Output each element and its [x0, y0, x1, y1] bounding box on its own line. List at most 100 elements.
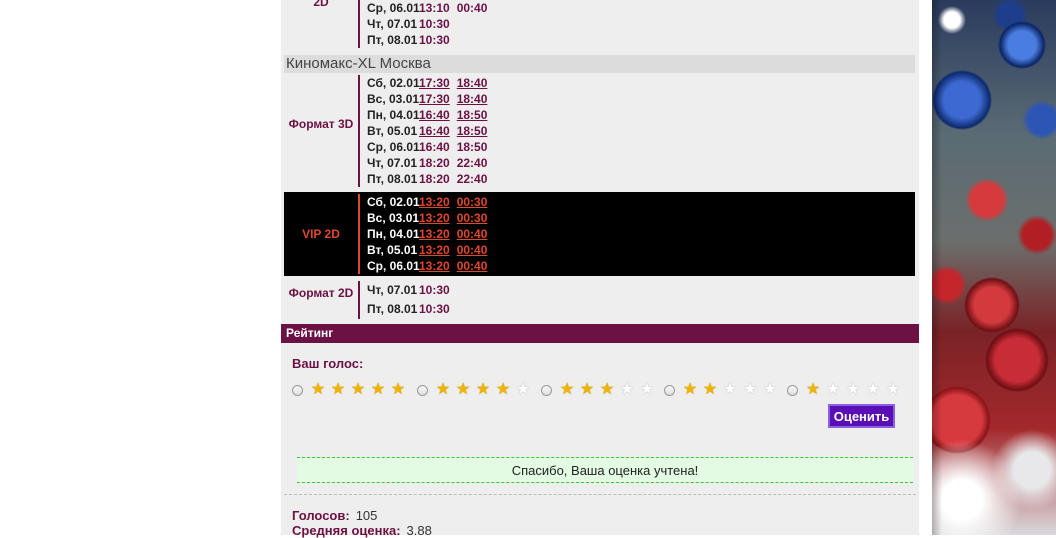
- rating-option[interactable]: ★ ★ ★ ★ ★: [541, 380, 657, 400]
- session-row: Пн, 04.0116:40 18:50: [367, 107, 494, 123]
- format-block-vip-2d: VIP 2D Сб, 02.0113:20 00:30 Вс, 03.0113:20…: [284, 192, 915, 276]
- session-day: Пт, 08.01: [367, 302, 418, 316]
- session-day: Вт, 05.01: [367, 243, 418, 257]
- star-empty-icon: ★: [845, 381, 861, 398]
- average-stat: Средняя оценка: 3.88: [292, 523, 432, 538]
- session-time: 18:50: [456, 140, 488, 154]
- session-time-link[interactable]: 13:20: [419, 210, 450, 226]
- star-filled-icon: ★: [599, 381, 615, 398]
- session-list: Ср, 06.0113:10 00:40 Чт, 07.01 10:30 Пт, 0…: [358, 0, 494, 48]
- session-day: Чт, 07.01: [367, 17, 418, 31]
- rating-option[interactable]: ★ ★ ★ ★ ★: [787, 380, 903, 400]
- star-filled-icon: ★: [702, 381, 718, 398]
- star-filled-icon: ★: [435, 381, 451, 398]
- session-day: Вт, 05.01: [367, 124, 418, 138]
- format-label: Формат 3D: [288, 117, 354, 131]
- star-empty-icon: ★: [639, 381, 655, 398]
- star-empty-icon: ★: [722, 381, 738, 398]
- session-time-link[interactable]: 13:20: [419, 226, 450, 242]
- session-list: Чт, 07.01 10:30 Пт, 08.01 10:30: [358, 281, 457, 319]
- rating-radio[interactable]: [417, 384, 428, 396]
- session-time-link[interactable]: 18:40: [457, 75, 488, 91]
- divider: [284, 494, 916, 495]
- session-time: 18:20: [419, 156, 450, 170]
- session-time-link[interactable]: 17:30: [419, 75, 450, 91]
- rating-option[interactable]: ★ ★ ★ ★ ★: [417, 380, 533, 400]
- session-time: 16:40: [419, 140, 450, 154]
- votes-stat: Голосов: 105: [292, 508, 377, 523]
- session-row: Ср, 06.0113:20 00:40: [367, 258, 494, 274]
- rating-radio[interactable]: [292, 384, 303, 396]
- average-value: 3.88: [406, 523, 432, 538]
- session-time: 22:40: [456, 172, 488, 186]
- star-empty-icon: ★: [885, 381, 901, 398]
- session-time-link[interactable]: 00:40: [457, 242, 488, 258]
- rating-radio[interactable]: [787, 384, 798, 396]
- star-filled-icon: ★: [495, 381, 511, 398]
- session-time-link[interactable]: 00:40: [457, 226, 488, 242]
- session-time: 10:30: [419, 33, 450, 47]
- session-row: Пт, 08.01 10:30: [367, 300, 457, 319]
- session-time-link[interactable]: 16:40: [419, 107, 450, 123]
- format-block-2d: Формат 2D Чт, 07.01 10:30 Пт, 08.01 10:30: [284, 281, 915, 319]
- session-day: Сб, 02.01: [367, 76, 420, 90]
- star-empty-icon: ★: [515, 381, 531, 398]
- session-row: Вс, 03.0117:30 18:40: [367, 91, 494, 107]
- star-filled-icon: ★: [475, 381, 491, 398]
- session-row: Вс, 03.0113:20 00:30: [367, 210, 494, 226]
- session-row: Вт, 05.01 16:40 18:50: [367, 123, 494, 139]
- session-time: 10:30: [419, 17, 450, 31]
- star-filled-icon: ★: [350, 381, 366, 398]
- star-filled-icon: ★: [330, 381, 346, 398]
- votes-value: 105: [355, 508, 378, 523]
- session-time-link[interactable]: 17:30: [419, 91, 450, 107]
- session-day: Ср, 06.01: [367, 1, 420, 15]
- session-time-link[interactable]: 13:20: [419, 194, 450, 210]
- session-day: Сб, 02.01: [367, 195, 420, 209]
- session-time: 18:20: [419, 172, 450, 186]
- rating-radio[interactable]: [541, 384, 552, 396]
- session-time: 13:10: [419, 1, 450, 15]
- format-block-2d-top: 2D Ср, 06.0113:10 00:40 Чт, 07.01 10:30 Пт…: [284, 0, 915, 48]
- session-day: Ср, 06.01: [367, 259, 420, 273]
- format-label: 2D: [313, 0, 329, 9]
- rating-option[interactable]: ★ ★ ★ ★ ★: [664, 380, 780, 400]
- thanks-message: Спасибо, Ваша оценка учтена!: [297, 457, 913, 483]
- session-time: 10:30: [419, 302, 450, 316]
- star-empty-icon: ★: [762, 381, 778, 398]
- session-time: 22:40: [456, 156, 488, 170]
- star-empty-icon: ★: [742, 381, 758, 398]
- session-time-link[interactable]: 00:30: [457, 194, 488, 210]
- session-time-link[interactable]: 13:20: [419, 242, 450, 258]
- format-block-3d: Формат 3D Сб, 02.0117:30 18:40 Вс, 03.0117…: [284, 75, 915, 189]
- session-time-link[interactable]: 18:40: [457, 91, 488, 107]
- star-filled-icon: ★: [370, 381, 386, 398]
- session-time: 10:30: [419, 283, 450, 297]
- star-empty-icon: ★: [865, 381, 881, 398]
- rating-option[interactable]: ★ ★ ★ ★ ★: [292, 380, 408, 400]
- session-day: Чт, 07.01: [367, 283, 418, 297]
- session-day: Чт, 07.01: [367, 156, 418, 170]
- session-time-link[interactable]: 16:40: [419, 123, 450, 139]
- votes-label: Голосов:: [292, 508, 350, 523]
- star-filled-icon: ★: [310, 381, 326, 398]
- star-filled-icon: ★: [390, 381, 406, 398]
- session-time-link[interactable]: 18:50: [457, 107, 488, 123]
- session-time-link[interactable]: 18:50: [457, 123, 488, 139]
- star-empty-icon: ★: [619, 381, 635, 398]
- average-label: Средняя оценка:: [292, 523, 401, 538]
- session-time-link[interactable]: 13:20: [419, 258, 450, 274]
- session-row: Вт, 05.01 13:20 00:40: [367, 242, 494, 258]
- star-filled-icon: ★: [682, 381, 698, 398]
- session-time: 00:40: [456, 1, 488, 15]
- session-time-link[interactable]: 00:30: [457, 210, 488, 226]
- rate-submit-button[interactable]: Оценить: [828, 404, 895, 428]
- session-row: Чт, 07.01 18:20 22:40: [367, 155, 494, 171]
- session-time-link[interactable]: 00:40: [457, 258, 488, 274]
- decorative-background: [932, 0, 1056, 535]
- star-filled-icon: ★: [455, 381, 471, 398]
- session-row: Пт, 08.01 18:20 22:40: [367, 171, 494, 187]
- rating-radio[interactable]: [664, 384, 675, 396]
- session-row: Чт, 07.01 10:30: [367, 281, 457, 300]
- session-list: Сб, 02.0117:30 18:40 Вс, 03.0117:30 18:40 Пн…: [358, 75, 494, 187]
